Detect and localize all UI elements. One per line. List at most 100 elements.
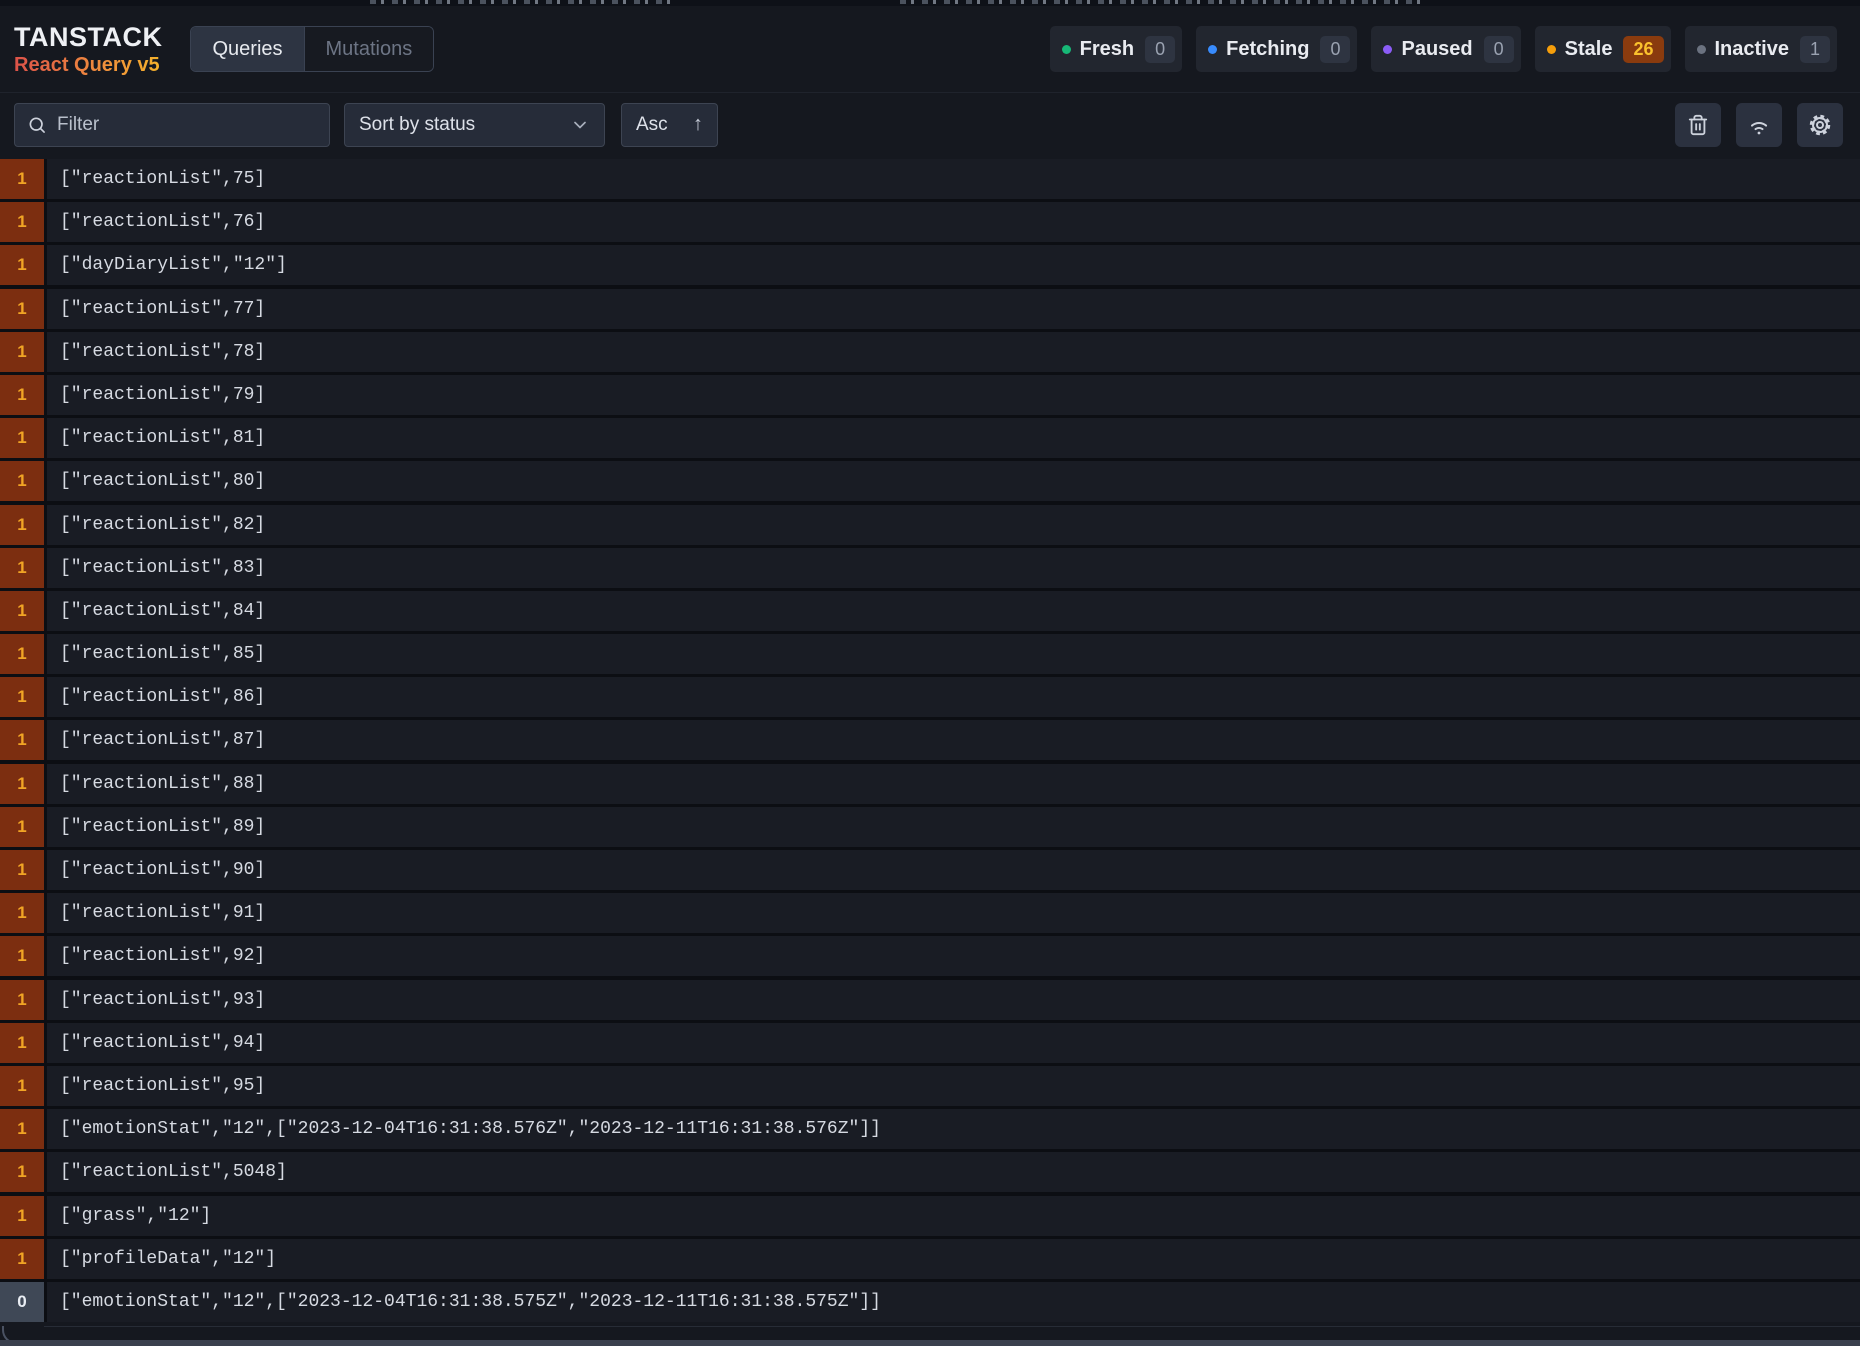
- page-behind-artifacts: [370, 0, 670, 4]
- query-observer-count-badge: 1: [0, 504, 44, 545]
- query-row[interactable]: 1 ["reactionList",93]: [0, 979, 1860, 1020]
- query-observer-count-badge: 1: [0, 1109, 44, 1150]
- arrow-up-icon: ↑: [693, 113, 703, 135]
- query-row[interactable]: 1 ["reactionList",5048]: [0, 1152, 1860, 1193]
- logo-title: TANSTACK: [14, 21, 163, 52]
- query-row[interactable]: 1 ["reactionList",81]: [0, 418, 1860, 459]
- query-row[interactable]: 1 ["reactionList",76]: [0, 202, 1860, 243]
- horizontal-scrollbar[interactable]: [0, 1340, 1860, 1346]
- tanstack-logo: TANSTACK React Query v5: [14, 21, 163, 75]
- query-observer-count-badge: 1: [0, 1152, 44, 1193]
- query-row[interactable]: 1 ["reactionList",83]: [0, 547, 1860, 588]
- query-row[interactable]: 1 ["reactionList",86]: [0, 677, 1860, 718]
- query-row[interactable]: 1 ["reactionList",91]: [0, 893, 1860, 934]
- status-filter-badge-fetching[interactable]: Fetching 0: [1196, 26, 1358, 72]
- tab-mutations[interactable]: Mutations: [303, 27, 434, 71]
- query-row[interactable]: 1 ["profileData","12"]: [0, 1238, 1860, 1279]
- trash-icon: [1688, 114, 1708, 135]
- sort-select[interactable]: Sort by status: [344, 102, 605, 147]
- query-key: ["reactionList",94]: [47, 1022, 1860, 1063]
- query-row[interactable]: 1 ["reactionList",75]: [0, 159, 1860, 199]
- query-observer-count-badge: 1: [0, 893, 44, 934]
- tab-queries[interactable]: Queries: [191, 27, 304, 71]
- sort-direction-button[interactable]: Asc ↑: [621, 102, 718, 147]
- query-observer-count-badge: 1: [0, 331, 44, 372]
- search-input[interactable]: Filter: [14, 102, 330, 147]
- query-observer-count-badge: 1: [0, 547, 44, 588]
- query-key: ["reactionList",90]: [47, 850, 1860, 890]
- query-key: ["reactionList",91]: [47, 893, 1860, 934]
- query-row[interactable]: 1 ["reactionList",89]: [0, 806, 1860, 847]
- react-query-devtools-panel: TANSTACK React Query v5 Queries Mutation…: [0, 0, 1860, 1346]
- logo-subtitle: React Query v5: [14, 55, 162, 75]
- query-key: ["reactionList",77]: [47, 288, 1860, 329]
- search-placeholder: Filter: [57, 113, 100, 135]
- query-observer-count-badge: 1: [0, 418, 44, 459]
- query-key: ["reactionList",95]: [47, 1065, 1860, 1106]
- query-key: ["reactionList",85]: [47, 634, 1860, 675]
- query-observer-count-badge: 1: [0, 677, 44, 718]
- query-observer-count-badge: 1: [0, 202, 44, 243]
- query-observer-count-badge: 1: [0, 806, 44, 847]
- query-key: ["emotionStat","12",["2023-12-04T16:31:3…: [47, 1109, 1860, 1150]
- query-observer-count-badge: 1: [0, 374, 44, 415]
- query-row[interactable]: 1 ["reactionList",78]: [0, 331, 1860, 372]
- settings-button[interactable]: [1797, 102, 1843, 147]
- query-observer-count-badge: 1: [0, 720, 44, 761]
- query-observer-count-badge: 1: [0, 1195, 44, 1236]
- query-key: ["reactionList",80]: [47, 461, 1860, 502]
- query-observer-count-badge: 1: [0, 763, 44, 804]
- clear-cache-button[interactable]: [1675, 102, 1721, 147]
- query-row[interactable]: 1 ["reactionList",85]: [0, 634, 1860, 675]
- query-row[interactable]: 1 ["reactionList",80]: [0, 461, 1860, 502]
- query-list: 1 ["reactionList",75] 1 ["reactionList",…: [0, 159, 1860, 1322]
- query-observer-count-badge: 1: [0, 1238, 44, 1279]
- query-row[interactable]: 1 ["emotionStat","12",["2023-12-04T16:31…: [0, 1109, 1860, 1150]
- query-observer-count-badge: 1: [0, 288, 44, 329]
- status-dot-icon: [1061, 44, 1071, 54]
- query-row[interactable]: 1 ["reactionList",79]: [0, 374, 1860, 415]
- query-row[interactable]: 1 ["reactionList",77]: [0, 288, 1860, 329]
- query-key: ["reactionList",84]: [47, 590, 1860, 631]
- status-filter-badge-paused[interactable]: Paused 0: [1371, 26, 1521, 72]
- status-badge-label: Paused: [1401, 37, 1473, 60]
- status-filter-badge-fresh[interactable]: Fresh 0: [1049, 26, 1183, 72]
- query-observer-count-badge: 1: [0, 590, 44, 631]
- query-row[interactable]: 1 ["reactionList",94]: [0, 1022, 1860, 1063]
- query-observer-count-badge: 1: [0, 1065, 44, 1106]
- query-key: ["reactionList",93]: [47, 979, 1860, 1020]
- status-badge-count: 0: [1320, 35, 1351, 63]
- query-row[interactable]: 1 ["reactionList",95]: [0, 1065, 1860, 1106]
- query-observer-count-badge: 0: [0, 1281, 44, 1322]
- query-row[interactable]: 1 ["reactionList",92]: [0, 936, 1860, 977]
- status-filter-badge-stale[interactable]: Stale 26: [1534, 26, 1671, 72]
- query-row[interactable]: 1 ["reactionList",84]: [0, 590, 1860, 631]
- offline-toggle-button[interactable]: [1736, 102, 1782, 147]
- query-key: ["reactionList",81]: [47, 418, 1860, 459]
- status-badges: Fresh 0 Fetching 0 Paused 0 Stale 26 Ina…: [1049, 26, 1837, 72]
- status-badge-count: 0: [1483, 35, 1514, 63]
- query-observer-count-badge: 1: [0, 979, 44, 1020]
- query-row[interactable]: 1 ["reactionList",87]: [0, 720, 1860, 761]
- query-row[interactable]: 1 ["dayDiaryList","12"]: [0, 245, 1860, 286]
- query-row[interactable]: 1 ["reactionList",82]: [0, 504, 1860, 545]
- gear-icon: [1809, 114, 1831, 135]
- status-badge-label: Fresh: [1079, 37, 1135, 60]
- query-key: ["profileData","12"]: [47, 1238, 1860, 1279]
- query-observer-count-badge: 1: [0, 634, 44, 675]
- chevron-down-icon: [574, 121, 586, 128]
- query-key: ["reactionList",82]: [47, 504, 1860, 545]
- query-key: ["reactionList",79]: [47, 374, 1860, 415]
- status-dot-icon: [1383, 44, 1393, 54]
- query-key: ["reactionList",83]: [47, 547, 1860, 588]
- query-row[interactable]: 1 ["reactionList",90]: [0, 850, 1860, 890]
- status-filter-badge-inactive[interactable]: Inactive 1: [1684, 26, 1837, 72]
- toolbar: Filter Sort by status Asc ↑: [0, 92, 1860, 156]
- query-row[interactable]: 0 ["emotionStat","12",["2023-12-04T16:31…: [0, 1281, 1860, 1322]
- toolbar-actions: [1675, 102, 1843, 147]
- list-bottom-divider: [44, 1326, 1860, 1327]
- query-row[interactable]: 1 ["grass","12"]: [0, 1195, 1860, 1236]
- query-observer-count-badge: 1: [0, 245, 44, 286]
- query-key: ["reactionList",76]: [47, 202, 1860, 243]
- query-row[interactable]: 1 ["reactionList",88]: [0, 763, 1860, 804]
